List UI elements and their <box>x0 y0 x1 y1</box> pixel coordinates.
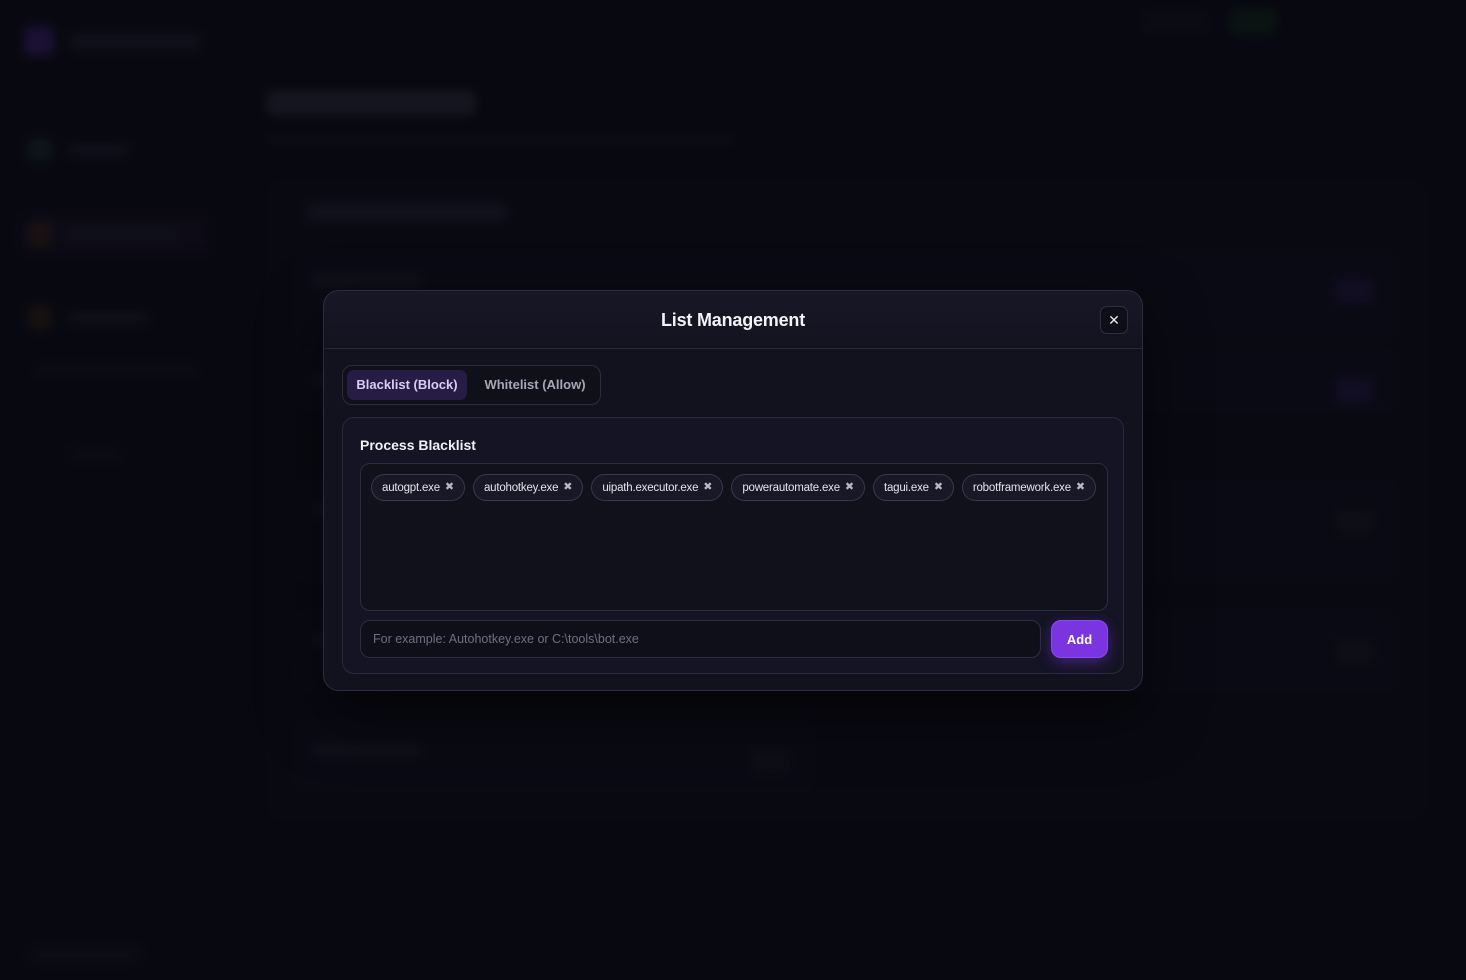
list-management-dialog: List Management ✕ Blacklist (Block) Whit… <box>323 290 1143 691</box>
close-icon: ✕ <box>1108 312 1120 328</box>
tag-label: autogpt.exe <box>382 481 440 494</box>
add-button[interactable]: Add <box>1051 620 1108 658</box>
remove-tag-icon[interactable]: ✖ <box>934 482 943 493</box>
tab-blacklist[interactable]: Blacklist (Block) <box>347 370 467 400</box>
dialog-title: List Management <box>660 310 806 330</box>
tag-label: powerautomate.exe <box>742 481 840 494</box>
remove-tag-icon[interactable]: ✖ <box>845 482 854 493</box>
add-process-row: Add <box>360 620 1108 658</box>
process-tag: autogpt.exe ✖ <box>371 474 465 501</box>
dialog-header: List Management ✕ <box>324 291 1142 349</box>
process-tag: powerautomate.exe ✖ <box>731 474 865 501</box>
tag-list: autogpt.exe ✖ autohotkey.exe ✖ uipath.ex… <box>360 463 1108 611</box>
tag-label: uipath.executor.exe <box>602 481 699 494</box>
section-title: Process Blacklist <box>360 437 476 453</box>
process-path-input[interactable] <box>360 620 1041 658</box>
process-blacklist-section: Process Blacklist autogpt.exe ✖ autohotk… <box>342 417 1124 674</box>
remove-tag-icon[interactable]: ✖ <box>703 482 712 493</box>
tab-whitelist[interactable]: Whitelist (Allow) <box>473 370 597 400</box>
tag-label: tagui.exe <box>883 481 929 494</box>
tag-label: autohotkey.exe <box>483 481 559 494</box>
process-tag: tagui.exe ✖ <box>872 474 954 501</box>
tag-label: robotframework.exe <box>972 481 1071 494</box>
process-tag: uipath.executor.exe ✖ <box>591 474 724 501</box>
remove-tag-icon[interactable]: ✖ <box>563 482 572 493</box>
remove-tag-icon[interactable]: ✖ <box>445 482 454 493</box>
list-tabs: Blacklist (Block) Whitelist (Allow) <box>342 365 601 405</box>
process-tag: robotframework.exe ✖ <box>961 474 1096 501</box>
process-tag: autohotkey.exe ✖ <box>472 474 584 501</box>
close-button[interactable]: ✕ <box>1100 306 1128 334</box>
remove-tag-icon[interactable]: ✖ <box>1076 482 1085 493</box>
